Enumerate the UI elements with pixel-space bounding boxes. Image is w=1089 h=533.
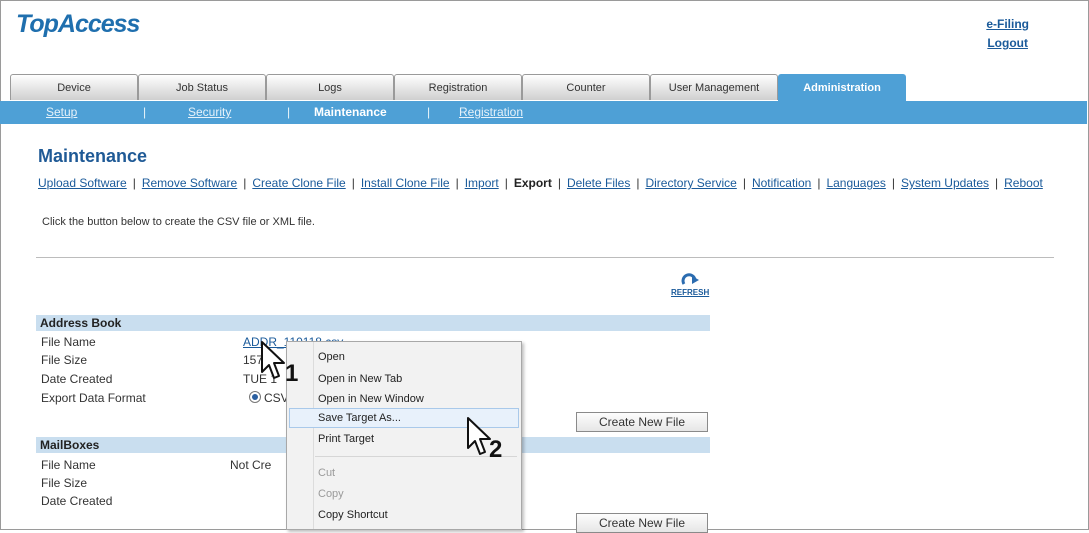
tab-logs[interactable]: Logs: [266, 74, 394, 100]
submenu-separator: |: [995, 176, 999, 190]
submenu-separator: |: [817, 176, 821, 190]
subnav-security[interactable]: Security: [188, 101, 231, 124]
menu-item-open-new-tab[interactable]: Open in New Tab: [318, 373, 402, 385]
subnav-registration[interactable]: Registration: [459, 101, 523, 124]
tab-device[interactable]: Device: [10, 74, 138, 100]
submenu-notification[interactable]: Notification: [752, 176, 811, 190]
label-export-format: Export Data Format: [41, 391, 146, 405]
submenu-separator: |: [636, 176, 640, 190]
label-date-created: Date Created: [41, 494, 113, 508]
header-links: e-Filing Logout: [986, 17, 1029, 55]
subnav-separator: |: [287, 105, 291, 119]
divider: [36, 257, 1054, 258]
address-book-header: Address Book: [36, 315, 710, 331]
submenu-install-clone-file[interactable]: Install Clone File: [361, 176, 450, 190]
submenu-directory-service[interactable]: Directory Service: [645, 176, 736, 190]
step-number-1: 1: [285, 360, 299, 387]
tab-job-status[interactable]: Job Status: [138, 74, 266, 100]
mailboxes-file-name: Not Cre: [230, 458, 272, 472]
menu-item-open[interactable]: Open: [318, 351, 345, 363]
subnav-setup[interactable]: Setup: [46, 101, 77, 124]
submenu-create-clone-file[interactable]: Create Clone File: [252, 176, 345, 190]
submenu-separator: |: [351, 176, 355, 190]
topaccess-logo: TopAccess: [16, 10, 140, 38]
menu-item-copy-shortcut[interactable]: Copy Shortcut: [318, 509, 388, 521]
refresh-label: REFRESH: [671, 288, 710, 297]
csv-radio-label: CSV: [264, 391, 289, 405]
export-description: Click the button below to create the CSV…: [42, 216, 315, 228]
subnav-separator: |: [143, 105, 147, 119]
efiling-link[interactable]: e-Filing: [986, 17, 1029, 31]
submenu-export[interactable]: Export: [514, 176, 552, 190]
menu-item-print-target[interactable]: Print Target: [318, 433, 374, 445]
label-file-name: File Name: [41, 458, 96, 472]
menu-item-cut: Cut: [318, 467, 336, 479]
submenu-languages[interactable]: Languages: [826, 176, 885, 190]
label-file-size: File Size: [41, 353, 88, 367]
submenu-delete-files[interactable]: Delete Files: [567, 176, 630, 190]
submenu-remove-software[interactable]: Remove Software: [142, 176, 237, 190]
sub-navigation: Setup | Security | Maintenance | Registr…: [0, 101, 1087, 124]
submenu-separator: |: [132, 176, 136, 190]
csv-radio[interactable]: [249, 391, 261, 403]
logout-link[interactable]: Logout: [986, 36, 1029, 50]
refresh-icon: [680, 272, 700, 288]
label-date-created: Date Created: [41, 372, 113, 386]
mailboxes-create-new-file-button[interactable]: Create New File: [576, 513, 708, 533]
menu-item-copy: Copy: [318, 488, 344, 500]
submenu-upload-software[interactable]: Upload Software: [38, 176, 127, 190]
tab-registration[interactable]: Registration: [394, 74, 522, 100]
main-tabs: Device Job Status Logs Registration Coun…: [10, 74, 906, 101]
tab-counter[interactable]: Counter: [522, 74, 650, 100]
label-file-name: File Name: [41, 335, 96, 349]
menu-item-open-new-window[interactable]: Open in New Window: [318, 393, 424, 405]
submenu-separator: |: [504, 176, 508, 190]
subnav-maintenance[interactable]: Maintenance: [314, 101, 387, 124]
label-file-size: File Size: [41, 476, 88, 490]
submenu-system-updates[interactable]: System Updates: [901, 176, 989, 190]
submenu-separator: |: [557, 176, 561, 190]
submenu-separator: |: [455, 176, 459, 190]
submenu-separator: |: [742, 176, 746, 190]
format-option-csv[interactable]: CSV: [249, 391, 289, 405]
subnav-separator: |: [427, 105, 431, 119]
submenu-separator: |: [891, 176, 895, 190]
mouse-pointer-icon: [261, 341, 285, 379]
tab-administration[interactable]: Administration: [778, 74, 906, 101]
maintenance-submenu: Upload Software | Remove Software | Create C…: [38, 176, 1043, 190]
step-number-2: 2: [489, 436, 503, 463]
submenu-separator: |: [243, 176, 247, 190]
page-title: Maintenance: [38, 146, 148, 166]
address-book-create-new-file-button[interactable]: Create New File: [576, 412, 708, 432]
submenu-import[interactable]: Import: [465, 176, 499, 190]
menu-item-save-target-as[interactable]: Save Target As...: [318, 412, 401, 424]
tab-user-management[interactable]: User Management: [650, 74, 778, 100]
submenu-reboot[interactable]: Reboot: [1004, 176, 1043, 190]
refresh-button[interactable]: REFRESH: [671, 272, 709, 297]
